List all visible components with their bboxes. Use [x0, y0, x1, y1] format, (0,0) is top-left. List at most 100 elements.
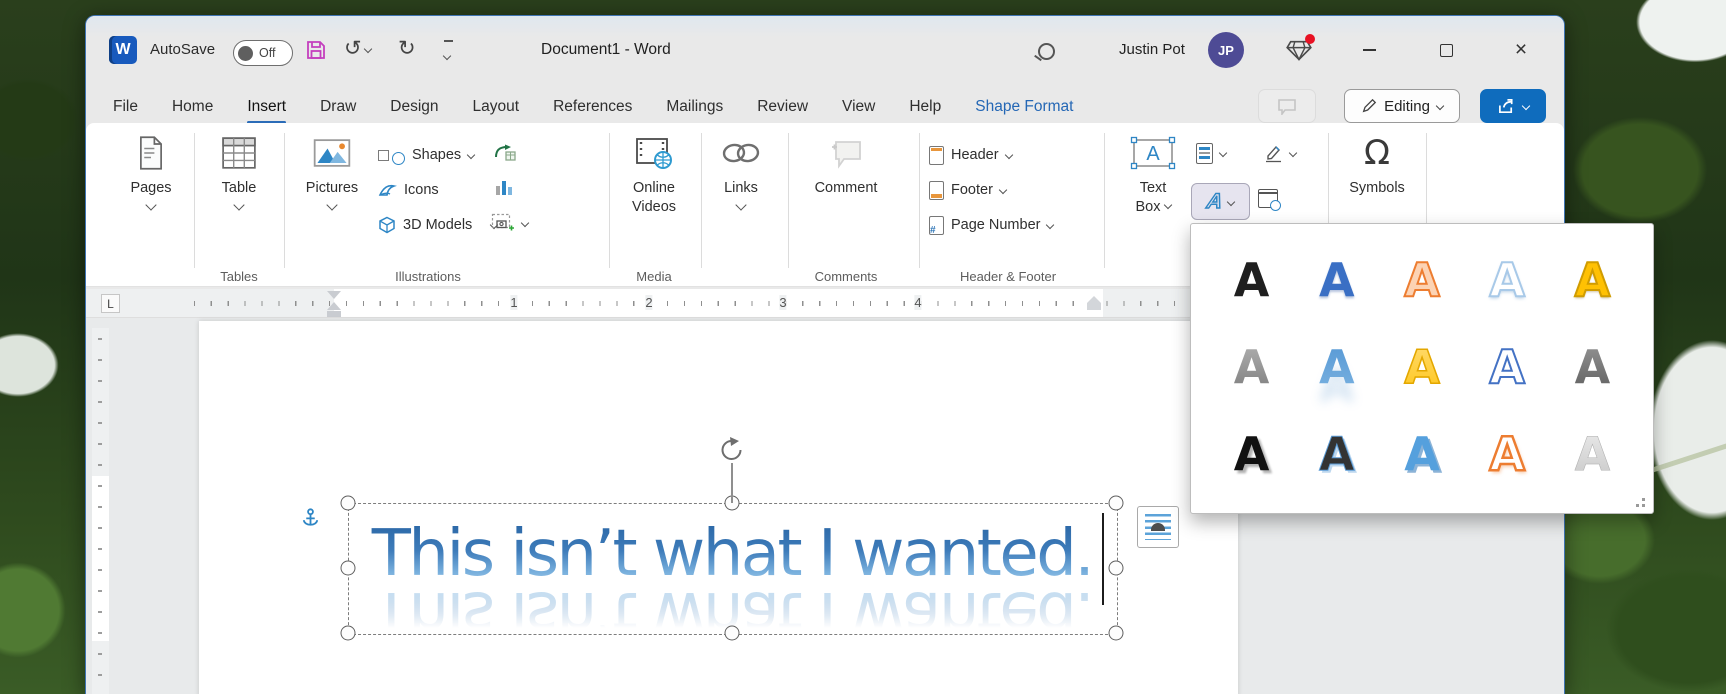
wordart-style-black-fill[interactable]: A: [1209, 236, 1294, 323]
pictures-icon: [292, 131, 372, 175]
wordart-style-gold-fill[interactable]: A: [1550, 236, 1635, 323]
shapes-button[interactable]: Shapes: [378, 143, 474, 167]
wordart-style-darkgray-gradient[interactable]: A: [1550, 323, 1635, 410]
resize-handle-bottom-left[interactable]: [341, 626, 356, 641]
group-label-tables: Tables: [220, 269, 258, 284]
wordart-style-lightblue-outline[interactable]: A: [1465, 236, 1550, 323]
autosave-toggle[interactable]: Off: [233, 40, 293, 66]
icons-icon: [378, 182, 397, 198]
wordart-style-orange-outline[interactable]: A: [1379, 236, 1464, 323]
left-indent-marker[interactable]: [327, 311, 341, 317]
minimize-button[interactable]: [1349, 34, 1389, 66]
wordart-style-gold-gradient[interactable]: A: [1379, 323, 1464, 410]
header-button[interactable]: Header: [929, 143, 1012, 167]
wordart-style-blue-reflection[interactable]: A: [1294, 323, 1379, 410]
tab-review[interactable]: Review: [755, 96, 810, 118]
svg-text:A: A: [1146, 143, 1160, 165]
screenshot-button[interactable]: [491, 211, 528, 235]
ruler-number: 1: [510, 295, 517, 310]
hanging-indent-marker[interactable]: [327, 302, 341, 310]
resize-handle-top-right[interactable]: [1109, 496, 1124, 511]
save-button[interactable]: [304, 38, 328, 62]
wordart-style-white-blue-outline[interactable]: A: [1465, 323, 1550, 410]
tab-layout[interactable]: Layout: [471, 96, 522, 118]
toggle-knob-icon: [238, 46, 253, 61]
resize-handle-top-left[interactable]: [341, 496, 356, 511]
comments-pane-button[interactable]: [1258, 89, 1316, 123]
minimize-icon: [1363, 49, 1376, 51]
redo-button[interactable]: ↻: [398, 36, 416, 61]
right-indent-marker[interactable]: [1087, 303, 1101, 310]
resize-handle-middle-left[interactable]: [341, 561, 356, 576]
smartart-button[interactable]: [494, 141, 516, 165]
pages-button[interactable]: Pages: [111, 131, 191, 217]
wordart-button[interactable]: A: [1191, 183, 1250, 220]
group-separator: [609, 133, 610, 268]
resize-handle-bottom-right[interactable]: [1109, 626, 1124, 641]
first-line-indent-marker[interactable]: [327, 291, 341, 299]
share-button[interactable]: [1480, 89, 1546, 123]
autosave-label: AutoSave: [150, 41, 215, 58]
footer-button[interactable]: Footer: [929, 178, 1006, 202]
save-icon: [304, 38, 328, 62]
group-separator: [919, 133, 920, 268]
tab-draw[interactable]: Draw: [318, 96, 358, 118]
smartart-icon: [494, 144, 516, 162]
wordart-style-white-orange-outline[interactable]: A: [1465, 410, 1550, 497]
rotation-handle[interactable]: [718, 436, 746, 464]
wordart-style-black-shadow[interactable]: A: [1209, 410, 1294, 497]
wordart-style-silver-gradient[interactable]: A: [1550, 410, 1635, 497]
table-button[interactable]: Table: [199, 131, 279, 217]
3d-models-icon: [378, 216, 396, 234]
tab-design[interactable]: Design: [388, 96, 440, 118]
account-name[interactable]: Justin Pot: [1119, 41, 1185, 58]
maximize-button[interactable]: [1426, 34, 1466, 66]
tab-view[interactable]: View: [840, 96, 877, 118]
chart-button[interactable]: [494, 175, 514, 199]
ruler-number: 3: [779, 295, 786, 310]
quick-access-toolbar-chevron[interactable]: [444, 40, 453, 68]
close-button[interactable]: ×: [1501, 34, 1541, 66]
avatar[interactable]: JP: [1208, 32, 1244, 68]
icons-button[interactable]: Icons: [378, 178, 439, 202]
wordart-style-blue-fill[interactable]: A: [1294, 236, 1379, 323]
tab-selector[interactable]: L: [101, 294, 120, 313]
links-button[interactable]: Links: [701, 131, 781, 217]
gallery-resize-grip[interactable]: [1642, 504, 1645, 507]
chevron-down-icon: [1219, 149, 1227, 157]
online-videos-button[interactable]: Online Videos: [614, 131, 694, 217]
tab-insert[interactable]: Insert: [245, 96, 288, 118]
page-number-button[interactable]: # Page Number: [929, 213, 1053, 237]
tab-home[interactable]: Home: [170, 96, 215, 118]
wordart-style-lightblue-shadow[interactable]: A: [1379, 410, 1464, 497]
tab-mailings[interactable]: Mailings: [664, 96, 725, 118]
tab-file[interactable]: File: [111, 96, 140, 118]
text-box-button[interactable]: A Text Box: [1121, 131, 1185, 217]
premium-gem-button[interactable]: [1286, 38, 1312, 62]
tab-references[interactable]: References: [551, 96, 634, 118]
quick-parts-button[interactable]: [1196, 141, 1226, 165]
pictures-button[interactable]: Pictures: [292, 131, 372, 217]
layout-options-button[interactable]: [1137, 506, 1179, 548]
resize-handle-bottom-center[interactable]: [725, 626, 740, 641]
text-box-selection-frame[interactable]: [348, 503, 1118, 635]
search-icon[interactable]: [1038, 43, 1055, 60]
word-app-icon[interactable]: W: [109, 36, 137, 64]
rotate-icon: [718, 436, 746, 464]
3d-models-button[interactable]: 3D Models: [378, 213, 497, 237]
autosave-state: Off: [259, 46, 275, 60]
tab-shape-format[interactable]: Shape Format: [973, 96, 1075, 118]
undo-button[interactable]: ↺: [344, 36, 371, 61]
wordart-style-gray-gradient[interactable]: A: [1209, 323, 1294, 410]
date-time-button[interactable]: [1258, 186, 1278, 210]
signature-line-button[interactable]: [1264, 141, 1296, 165]
resize-handle-middle-right[interactable]: [1109, 561, 1124, 576]
editing-mode-button[interactable]: Editing: [1344, 89, 1460, 123]
vertical-ruler[interactable]: [92, 328, 109, 694]
wordart-style-dark-blue-outline[interactable]: A: [1294, 410, 1379, 497]
chevron-down-icon: [145, 199, 156, 210]
comment-button[interactable]: Comment: [806, 131, 886, 198]
symbols-button[interactable]: Ω Symbols: [1337, 131, 1417, 198]
tab-help[interactable]: Help: [907, 96, 943, 118]
rotation-handle-stem: [731, 463, 733, 503]
